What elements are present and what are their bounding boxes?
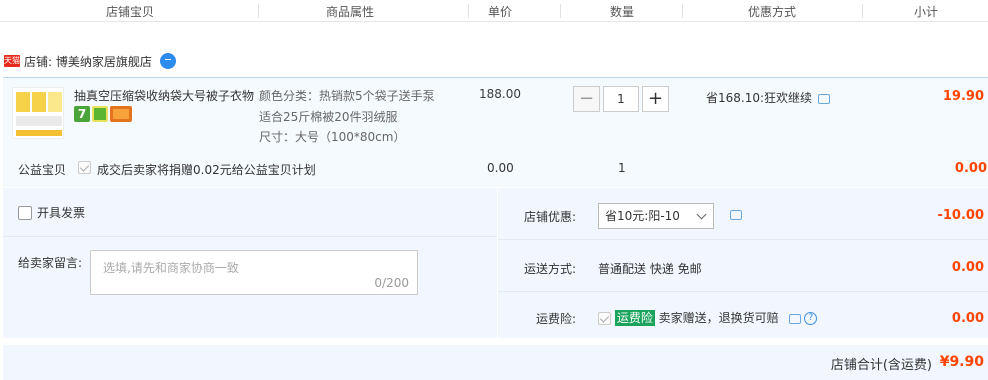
shipping-value: 普通配送 快递 免邮 [598,262,702,276]
shop-total-value: ¥9.90 [939,354,984,370]
message-placeholder: 选填,请先和商家协商一致 [103,261,239,275]
header-col-attr: 商品属性 [326,5,375,19]
chevron-down-icon [696,209,707,220]
message-textarea[interactable]: 选填,请先和商家协商一致 0/200 [90,250,418,295]
invoice-option[interactable]: 开具发票 [18,204,85,221]
order-options-panel: 开具发票 给卖家留言: 选填,请先和商家协商一致 0/200 [3,188,497,338]
shipping-amount: 0.00 [951,260,984,275]
header-separator [560,4,561,18]
header-separator [258,4,259,18]
product-title-link[interactable]: 抽真空压缩袋收纳袋大号被子衣物 [74,87,254,104]
shop-row: 天猫 店铺: 博美纳家居旗舰店 [4,52,176,70]
attr-size: 尺寸：大号（100*80cm） [259,130,406,144]
message-label: 给卖家留言: [18,256,83,270]
shop-discount-label: 店铺优惠: [523,210,576,224]
charity-quantity: 1 [618,161,626,175]
header-col-qty: 数量 [610,5,635,19]
header-col-item: 店铺宝贝 [106,5,155,19]
shop-total-label: 店铺合计(含运费) [830,358,932,373]
insurance-option: 运费险 卖家赠送，退换货可赔 ? [598,309,818,326]
insurance-text: 卖家赠送，退换货可赔 [658,311,779,325]
cart-header: 店铺宝贝 商品属性 单价 数量 优惠方式 小计 [0,0,988,22]
header-separator [862,4,863,18]
header-separator [682,4,683,18]
cart-page: 店铺宝贝 商品属性 单价 数量 优惠方式 小计 天猫 店铺: 博美纳家居旗舰店 … [0,0,988,380]
header-col-price: 单价 [488,5,513,19]
item-subtotal: 19.90 [942,89,984,104]
shop-discount-select[interactable]: 省10元:阳-10 [598,203,714,229]
header-col-discount: 优惠方式 [748,5,797,19]
quantity-input[interactable]: 1 [603,86,639,112]
help-icon[interactable]: ? [804,312,818,325]
comment-icon[interactable] [818,93,831,104]
attr-color: 颜色分类：热销款5个袋子送手泵 [259,89,435,103]
charity-row: 公益宝贝 成交后卖家将捐赠0.02元给公益宝贝计划 0.00 1 0.00 [6,158,988,180]
insurance-label: 运费险: [535,312,576,326]
message-char-counter: 0/200 [374,276,409,290]
charity-checkbox[interactable] [78,161,91,174]
seven-day-return-icon[interactable]: 7 [74,106,90,122]
guarantee-icon[interactable] [92,106,108,122]
shop-discount-selected: 省10元:阳-10 [605,209,680,223]
attr-color-detail: 适合25斤棉被20件羽绒服 [259,110,398,124]
insurance-row: 运费险: 运费险 卖家赠送，退换货可赔 ? 0.00 [498,292,988,344]
shop-discount-amount: -10.00 [937,208,984,223]
credit-card-icon[interactable] [110,106,132,122]
service-badges: 7 [74,106,132,122]
insurance-amount: 0.00 [951,311,984,326]
shop-discount-row: 店铺优惠: 省10元:阳-10 -10.00 [498,188,988,240]
charity-subtotal: 0.00 [954,161,987,176]
charity-text: 成交后卖家将捐赠0.02元给公益宝贝计划 [97,163,316,177]
shipping-label: 运送方式: [523,262,576,276]
header-separator [468,4,469,18]
invoice-label: 开具发票 [37,206,86,220]
order-summary-panel: 店铺优惠: 省10元:阳-10 -10.00 运送方式: 普通配送 快递 免邮 … [498,188,988,338]
discount-info: 省168.10:狂欢继续 [706,89,831,106]
cart-item: 抽真空压缩袋收纳袋大号被子衣物 7 颜色分类：热销款5个袋子送手泵 适合25斤棉… [3,77,988,187]
shop-total-bar: 店铺合计(含运费) ¥9.90 [3,345,988,380]
unit-price: 188.00 [479,87,521,101]
comment-icon[interactable] [788,313,801,324]
shipping-row: 运送方式: 普通配送 快递 免邮 0.00 [498,240,988,292]
insurance-checkbox[interactable] [598,312,611,325]
invoice-checkbox[interactable] [18,205,32,220]
product-thumbnail[interactable] [12,87,64,139]
divider [3,236,497,237]
tmall-badge: 天猫 [4,55,20,67]
decrease-button[interactable]: − [573,86,600,112]
discount-text: 省168.10:狂欢继续 [706,91,813,105]
increase-button[interactable]: + [642,86,669,112]
comment-icon[interactable] [730,210,742,220]
charity-label: 公益宝贝 [18,163,67,177]
charity-price: 0.00 [487,161,514,175]
quantity-stepper: − 1 + [573,86,669,112]
insurance-tag: 运费险 [614,310,655,326]
shop-name-link[interactable]: 店铺: 博美纳家居旗舰店 [24,53,152,70]
header-col-subtotal: 小计 [914,5,939,19]
wangwang-chat-icon[interactable] [159,53,176,69]
